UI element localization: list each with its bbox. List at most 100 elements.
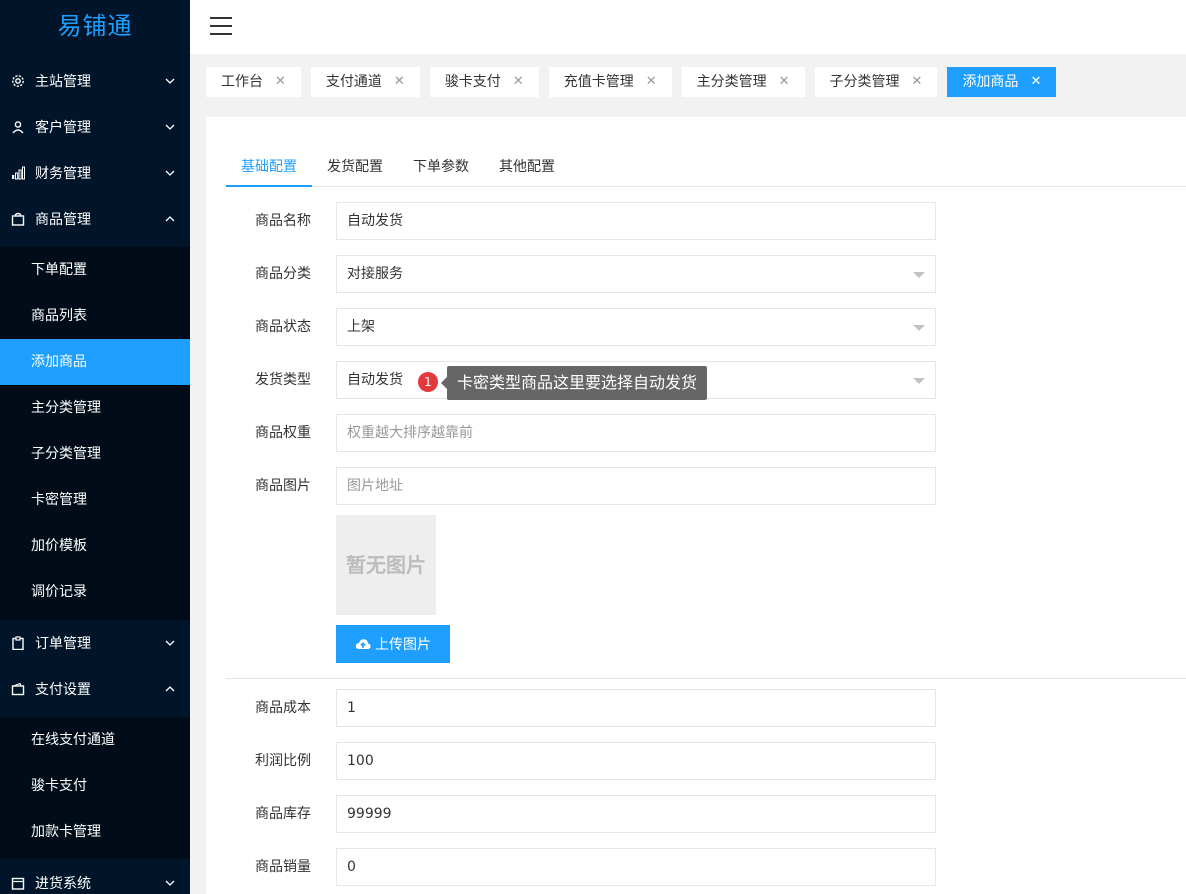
field-label: 商品图片 [255,478,311,494]
tab-label: 子分类管理 [829,74,900,90]
bag-icon [10,211,26,227]
cloud-upload-icon [355,638,371,651]
menu-group-label: 主站管理 [35,74,91,90]
chevron-up-icon [164,683,176,695]
sidebar-item-online-payment[interactable]: 在线支付通道 [0,717,190,763]
image-placeholder: 暂无图片 [336,515,436,615]
sidebar: 易铺通 主站管理 客户管理 财务管理 商品管理 下单配置 商品列表 添加商品 主… [0,0,190,894]
menu-group-label: 商品管理 [35,212,91,228]
close-icon[interactable]: ✕ [275,67,286,97]
image-url-input[interactable]: 图片地址 [336,467,936,505]
row-profit: 利润比例 100 [226,742,936,780]
tab-payment-channel[interactable]: 支付通道 ✕ [310,67,420,97]
row-weight: 商品权重 权重越大排序越靠前 [226,414,936,452]
chevron-down-icon [164,75,176,87]
sidebar-item-goods-list[interactable]: 商品列表 [0,293,190,339]
profit-ratio-input[interactable]: 100 [336,742,936,780]
field-label: 商品成本 [255,700,311,716]
subtab-order-params[interactable]: 下单参数 [398,149,484,187]
goods-name-input[interactable]: 自动发货 [336,202,936,240]
tab-workbench[interactable]: 工作台 ✕ [206,67,301,97]
menu-group-purchase[interactable]: 进货系统 [0,860,190,894]
tab-topup-cards[interactable]: 充值卡管理 ✕ [548,67,672,97]
page-tabs: 工作台 ✕ 支付通道 ✕ 骏卡支付 ✕ 充值卡管理 ✕ 主分类管理 ✕ 子分类管理 ✕ 添加… [206,67,1186,97]
close-icon[interactable]: ✕ [646,67,657,97]
tab-junka-payment[interactable]: 骏卡支付 ✕ [429,67,539,97]
row-image: 商品图片 图片地址 [226,467,936,505]
field-label: 发货类型 [255,372,311,388]
menu-group-customer[interactable]: 客户管理 [0,104,190,150]
form-subtabs: 基础配置 发货配置 下单参数 其他配置 [226,149,1186,187]
menu-group-payment[interactable]: 支付设置 [0,666,190,712]
sidebar-item-sub-category[interactable]: 子分类管理 [0,431,190,477]
tab-main-category[interactable]: 主分类管理 ✕ [681,67,805,97]
sidebar-item-markup-template[interactable]: 加价模板 [0,523,190,569]
select-value: 上架 [347,319,375,335]
sidebar-item-add-goods[interactable]: 添加商品 [0,339,190,385]
row-cost: 商品成本 1 [226,689,936,727]
caret-down-icon [913,272,925,278]
upload-image-button[interactable]: 上传图片 [336,625,450,663]
goods-submenu: 下单配置 商品列表 添加商品 主分类管理 子分类管理 卡密管理 加价模板 调价记… [0,247,190,620]
select-value: 自动发货 [347,372,403,388]
sidebar-item-order-config[interactable]: 下单配置 [0,247,190,293]
chevron-down-icon [164,167,176,179]
field-label: 商品库存 [255,806,311,822]
field-label: 商品名称 [255,213,311,229]
wallet-icon [10,681,26,697]
bar-chart-icon [10,165,26,181]
close-icon[interactable]: ✕ [1030,67,1041,97]
payment-submenu: 在线支付通道 骏卡支付 加款卡管理 [0,717,190,859]
field-label: 商品状态 [255,319,311,335]
calendar-icon [10,875,26,891]
goods-weight-input[interactable]: 权重越大排序越靠前 [336,414,936,452]
tab-label: 充值卡管理 [563,74,634,90]
field-label: 利润比例 [255,753,311,769]
user-icon [10,119,26,135]
content-card: 基础配置 发货配置 下单参数 其他配置 商品名称 自动发货 商品分类 对接服务 … [206,117,1186,894]
menu-group-label: 客户管理 [35,120,91,136]
chevron-down-icon [164,877,176,889]
row-category: 商品分类 对接服务 [226,255,936,293]
menu-group-goods[interactable]: 商品管理 [0,196,190,242]
subtab-basic[interactable]: 基础配置 [226,149,312,187]
sidebar-item-price-log[interactable]: 调价记录 [0,569,190,615]
menu-group-label: 订单管理 [35,636,91,652]
sidebar-item-main-category[interactable]: 主分类管理 [0,385,190,431]
sidebar-item-card-keys[interactable]: 卡密管理 [0,477,190,523]
menu-group-label: 进货系统 [35,876,91,892]
tab-label: 工作台 [221,74,263,90]
field-label: 商品分类 [255,266,311,282]
goods-status-select[interactable]: 上架 [336,308,936,346]
goods-category-select[interactable]: 对接服务 [336,255,936,293]
menu-group-site[interactable]: 主站管理 [0,58,190,104]
goods-sales-input[interactable]: 0 [336,848,936,886]
section-divider [226,678,1186,679]
close-icon[interactable]: ✕ [394,67,405,97]
sidebar-item-junka-payment[interactable]: 骏卡支付 [0,763,190,809]
menu-group-orders[interactable]: 订单管理 [0,620,190,666]
tab-label: 主分类管理 [696,74,767,90]
field-label: 商品销量 [255,859,311,875]
menu-toggle-icon[interactable] [210,17,232,37]
goods-stock-input[interactable]: 99999 [336,795,936,833]
chevron-up-icon [164,213,176,225]
sidebar-item-topup-cards[interactable]: 加款卡管理 [0,809,190,855]
tab-sub-category[interactable]: 子分类管理 ✕ [814,67,938,97]
row-status: 商品状态 上架 [226,308,936,346]
close-icon[interactable]: ✕ [912,67,923,97]
tab-add-goods[interactable]: 添加商品 ✕ [947,67,1057,97]
chevron-down-icon [164,121,176,133]
app-logo[interactable]: 易铺通 [0,0,190,54]
close-icon[interactable]: ✕ [779,67,790,97]
goods-cost-input[interactable]: 1 [336,689,936,727]
annotation-tooltip: 卡密类型商品这里要选择自动发货 [440,366,708,400]
subtab-other[interactable]: 其他配置 [484,149,570,187]
close-icon[interactable]: ✕ [513,67,524,97]
caret-down-icon [913,325,925,331]
row-sales: 商品销量 0 [226,848,936,886]
subtab-delivery[interactable]: 发货配置 [312,149,398,187]
chevron-down-icon [164,637,176,649]
menu-group-finance[interactable]: 财务管理 [0,150,190,196]
row-stock: 商品库存 99999 [226,795,936,833]
